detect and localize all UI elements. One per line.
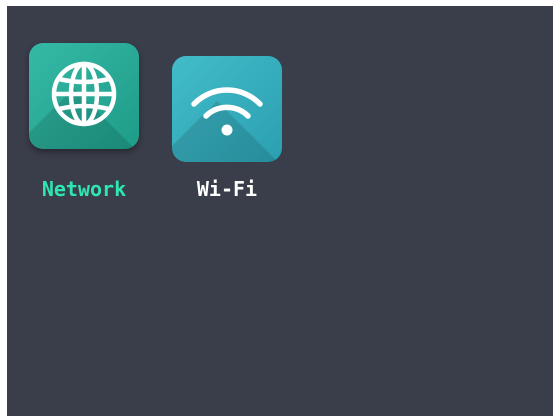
wifi-menu-item[interactable]: Wi-Fi [167,43,287,201]
network-label: Network [41,177,127,201]
wifi-tile[interactable] [172,56,282,162]
wifi-icon [191,87,263,136]
menu-screen: Network Wi-Fi [7,6,553,416]
network-menu-item[interactable]: Network [24,43,144,201]
network-tile[interactable] [29,43,139,149]
globe-icon [51,61,117,127]
wifi-label: Wi-Fi [196,177,258,201]
